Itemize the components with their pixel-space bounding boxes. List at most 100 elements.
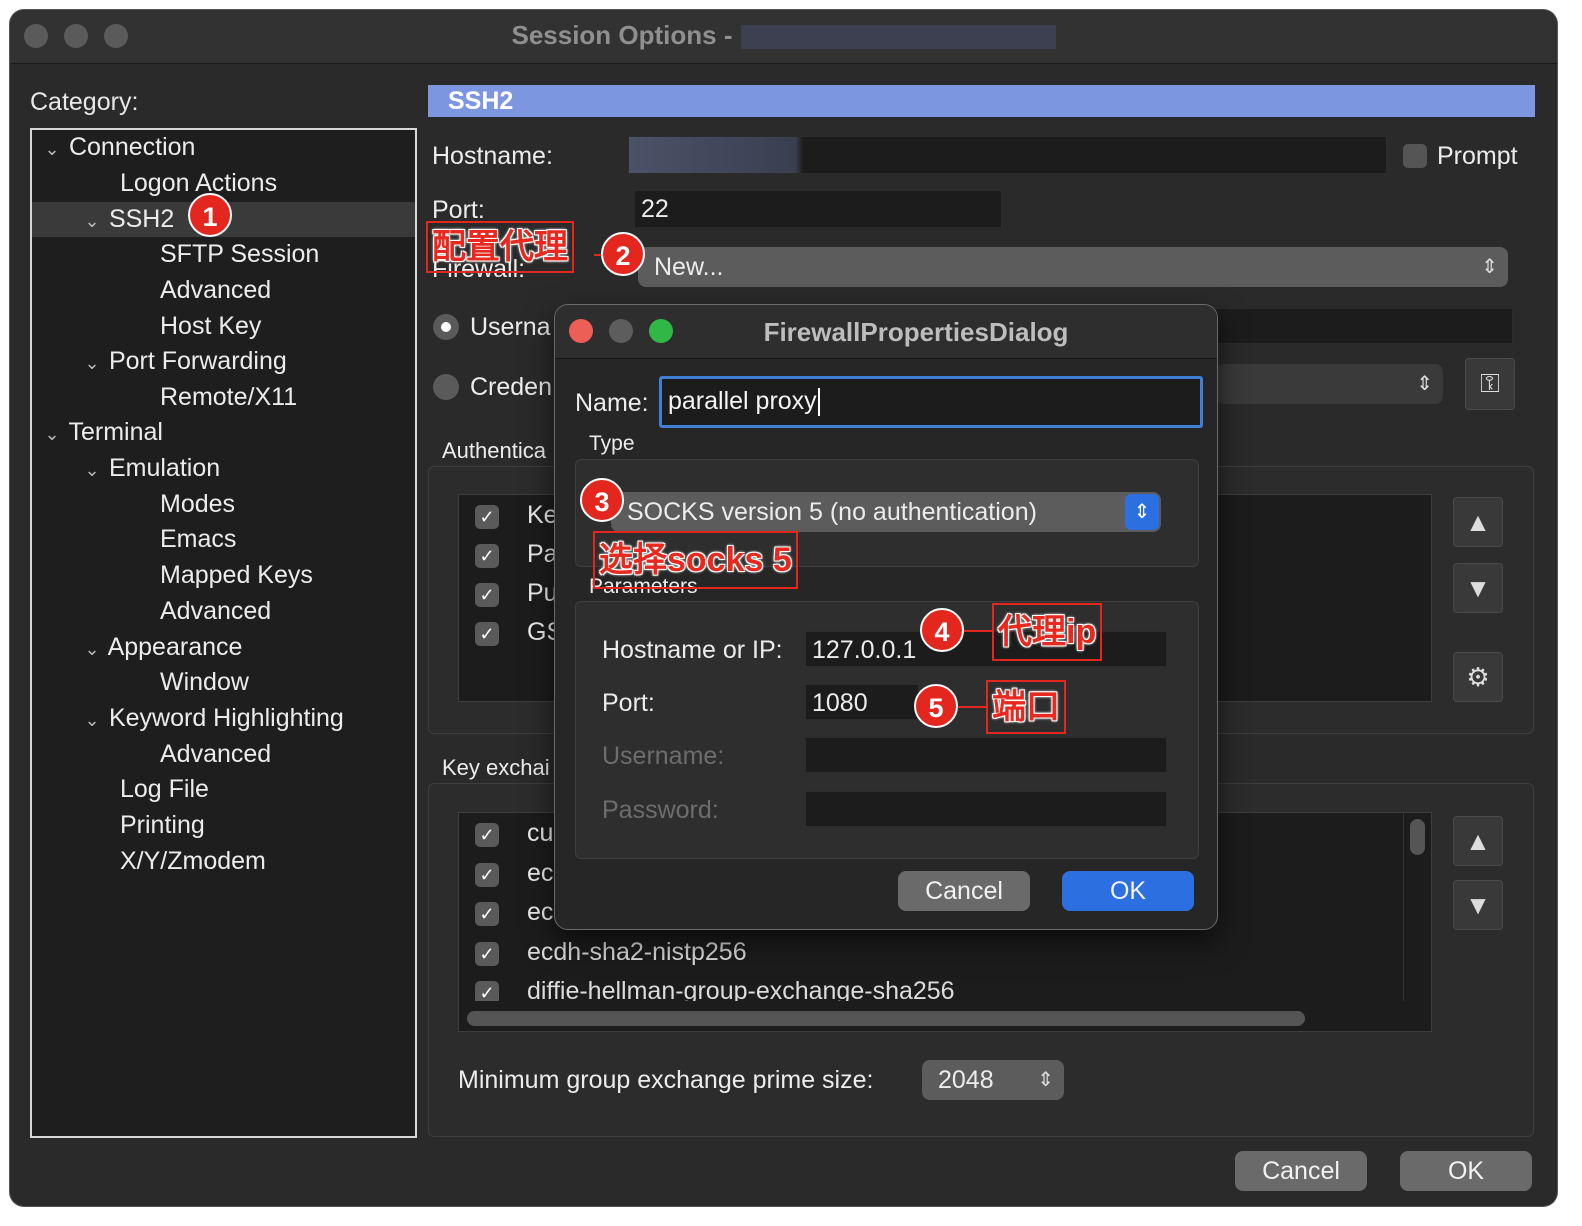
tree-item-advanced[interactable]: Advanced xyxy=(160,273,271,308)
session-options-window: Session Options - Category: ⌄ Connection… xyxy=(10,10,1557,1206)
annotation-configure-proxy: 配置代理 xyxy=(426,221,574,273)
dialog-cancel-button[interactable]: Cancel xyxy=(898,871,1030,911)
credentials-radio-label: Creden xyxy=(470,373,552,401)
auth-settings-button[interactable]: ⚙ xyxy=(1453,652,1503,702)
chevron-down-icon[interactable]: ⌄ xyxy=(42,417,62,452)
kex-move-up-button[interactable]: ▲ xyxy=(1453,816,1503,866)
triangle-down-icon: ▼ xyxy=(1465,573,1491,603)
auth-checkbox[interactable]: ✓ xyxy=(475,544,499,568)
prompt-checkbox[interactable] xyxy=(1403,144,1427,168)
tree-item-keyword-highlighting[interactable]: ⌄ Keyword Highlighting xyxy=(82,701,343,738)
proxy-password-input[interactable] xyxy=(805,791,1167,827)
tree-item-emulation[interactable]: ⌄ Emulation xyxy=(82,451,220,486)
kex-checkbox[interactable]: ✓ xyxy=(475,942,499,966)
key-agent-button[interactable]: ⚿ xyxy=(1465,358,1515,410)
step-badge-2: 2 xyxy=(601,232,645,276)
key-exchange-label: Key exchai xyxy=(442,755,550,780)
step-badge-3: 3 xyxy=(580,478,624,522)
dialog-title: FirewallPropertiesDialog xyxy=(763,317,1069,347)
proxy-host-input[interactable]: 127.0.0.1 xyxy=(805,631,1167,667)
updown-chevron-icon: ⇕ xyxy=(1125,494,1159,530)
min-group-select[interactable]: 2048 ⇕ xyxy=(922,1060,1064,1100)
tree-item-host-key[interactable]: Host Key xyxy=(160,309,261,344)
firewall-type-select[interactable]: SOCKS version 5 (no authentication) ⇕ xyxy=(611,492,1161,532)
tree-item-emacs[interactable]: Emacs xyxy=(160,522,236,557)
kex-item: ec xyxy=(527,859,554,887)
tree-item-modes[interactable]: Modes xyxy=(160,487,235,522)
dialog-ok-button[interactable]: OK xyxy=(1062,871,1194,911)
tree-item-keyword-advanced[interactable]: Advanced xyxy=(160,737,271,772)
chevron-down-icon[interactable]: ⌄ xyxy=(82,453,102,488)
hostname-input[interactable] xyxy=(628,136,1387,174)
annotation-connector xyxy=(958,706,988,708)
auth-move-down-button[interactable]: ▼ xyxy=(1453,563,1503,613)
ok-button[interactable]: OK xyxy=(1400,1151,1532,1191)
kex-checkbox[interactable]: ✓ xyxy=(475,823,499,847)
name-label: Name: xyxy=(575,389,649,417)
tree-item-emulation-advanced[interactable]: Advanced xyxy=(160,594,271,629)
auth-checkbox[interactable]: ✓ xyxy=(475,622,499,646)
auth-checkbox[interactable]: ✓ xyxy=(475,505,499,529)
username-input[interactable] xyxy=(1215,308,1513,344)
name-input[interactable]: parallel proxy xyxy=(659,376,1203,428)
vertical-scrollbar-thumb[interactable] xyxy=(1410,819,1425,855)
kex-move-down-button[interactable]: ▼ xyxy=(1453,880,1503,930)
proxy-username-input[interactable] xyxy=(805,737,1167,773)
tree-item-sftp-session[interactable]: SFTP Session xyxy=(160,237,319,272)
firewall-properties-dialog: FirewallPropertiesDialog Name: parallel … xyxy=(554,304,1218,930)
triangle-up-icon: ▲ xyxy=(1465,507,1491,537)
hostname-label: Hostname: xyxy=(432,142,553,170)
tree-item-port-forwarding[interactable]: ⌄ Port Forwarding xyxy=(82,344,286,381)
auth-item: Pa xyxy=(527,540,558,568)
updown-chevron-icon: ⇕ xyxy=(1037,1069,1054,1091)
key-icon: ⚿ xyxy=(1480,368,1500,398)
category-label: Category: xyxy=(30,88,139,116)
cancel-button[interactable]: Cancel xyxy=(1235,1151,1367,1191)
annotation-proxy-ip: 代理ip xyxy=(992,603,1103,661)
kex-item: ec xyxy=(527,898,554,926)
section-header: SSH2 xyxy=(428,85,1535,117)
port-input[interactable]: 22 xyxy=(634,190,1002,228)
username-radio-label: Userna xyxy=(470,313,551,341)
chevron-down-icon[interactable]: ⌄ xyxy=(82,346,102,381)
proxy-port-input[interactable]: 1080 xyxy=(805,684,919,720)
step-badge-4: 4 xyxy=(920,608,964,652)
tree-item-xyzmodem[interactable]: X/Y/Zmodem xyxy=(120,844,266,879)
auth-item: Ke xyxy=(527,501,558,529)
prompt-label: Prompt xyxy=(1437,142,1518,170)
kex-item: cu xyxy=(527,819,554,847)
firewall-select[interactable]: New... ⇕ xyxy=(638,247,1508,287)
updown-chevron-icon: ⇕ xyxy=(1481,256,1498,278)
tree-item-printing[interactable]: Printing xyxy=(120,808,205,843)
chevron-down-icon[interactable]: ⌄ xyxy=(42,132,62,167)
kex-checkbox[interactable]: ✓ xyxy=(475,863,499,887)
auth-checkbox[interactable]: ✓ xyxy=(475,583,499,607)
auth-move-up-button[interactable]: ▲ xyxy=(1453,497,1503,547)
text-cursor xyxy=(817,388,820,417)
proxy-port-label: Port: xyxy=(602,689,655,717)
tree-item-appearance[interactable]: ⌄ Appearance xyxy=(82,630,242,665)
proxy-password-label: Password: xyxy=(602,796,719,824)
chevron-down-icon[interactable]: ⌄ xyxy=(82,204,102,239)
annotation-port: 端口 xyxy=(986,680,1066,734)
authentication-label: Authentica xyxy=(442,438,546,463)
tree-item-window[interactable]: Window xyxy=(160,665,249,700)
triangle-down-icon: ▼ xyxy=(1465,890,1491,920)
chevron-down-icon[interactable]: ⌄ xyxy=(82,632,102,667)
tree-item-connection[interactable]: ⌄ Connection xyxy=(42,130,195,165)
credentials-select[interactable]: ⇕ xyxy=(1215,364,1443,404)
username-radio[interactable] xyxy=(433,314,459,340)
proxy-host-label: Hostname or IP: xyxy=(602,636,783,664)
tree-item-log-file[interactable]: Log File xyxy=(120,772,209,807)
min-group-label: Minimum group exchange prime size: xyxy=(458,1066,874,1094)
credentials-radio[interactable] xyxy=(433,374,459,400)
horizontal-scrollbar-thumb[interactable] xyxy=(467,1011,1305,1026)
tree-item-remote-x11[interactable]: Remote/X11 xyxy=(160,380,297,415)
kex-checkbox[interactable]: ✓ xyxy=(475,902,499,926)
tree-item-mapped-keys[interactable]: Mapped Keys xyxy=(160,558,313,593)
triangle-up-icon: ▲ xyxy=(1465,826,1491,856)
kex-item: ecdh-sha2-nistp256 xyxy=(527,938,747,966)
category-tree[interactable]: ⌄ Connection Logon Actions ⌄ SSH2 SFTP S… xyxy=(30,128,417,1138)
tree-item-terminal[interactable]: ⌄ Terminal xyxy=(42,415,163,450)
chevron-down-icon[interactable]: ⌄ xyxy=(82,703,102,738)
